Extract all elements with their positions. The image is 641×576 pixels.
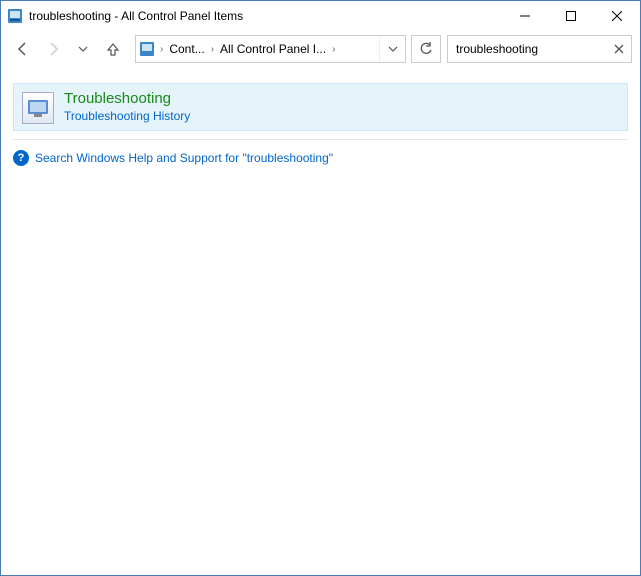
troubleshooting-icon	[22, 92, 54, 124]
help-search-row[interactable]: ? Search Windows Help and Support for "t…	[13, 150, 628, 166]
forward-button[interactable]	[39, 35, 67, 63]
window-title: troubleshooting - All Control Panel Item…	[29, 9, 502, 23]
search-input[interactable]	[456, 42, 611, 56]
close-button[interactable]	[594, 1, 640, 31]
content-area: Troubleshooting Troubleshooting History …	[1, 67, 640, 182]
breadcrumb-segment[interactable]: Cont...	[165, 36, 208, 62]
address-dropdown[interactable]	[379, 36, 405, 62]
chevron-right-icon[interactable]: ›	[330, 44, 337, 55]
breadcrumb-segment[interactable]: All Control Panel I...	[216, 36, 330, 62]
clear-search-icon[interactable]	[611, 44, 627, 54]
up-button[interactable]	[99, 35, 127, 63]
nav-toolbar: › Cont... › All Control Panel I... ›	[1, 31, 640, 67]
titlebar: troubleshooting - All Control Panel Item…	[1, 1, 640, 31]
minimize-button[interactable]	[502, 1, 548, 31]
address-bar[interactable]: › Cont... › All Control Panel I... ›	[135, 35, 406, 63]
help-icon: ?	[13, 150, 29, 166]
search-result-item[interactable]: Troubleshooting Troubleshooting History	[13, 83, 628, 131]
result-sublink[interactable]: Troubleshooting History	[64, 109, 190, 123]
recent-locations-dropdown[interactable]	[69, 35, 97, 63]
refresh-button[interactable]	[411, 35, 441, 63]
maximize-button[interactable]	[548, 1, 594, 31]
result-heading[interactable]: Troubleshooting	[64, 90, 190, 107]
control-panel-icon	[136, 36, 158, 62]
result-text-block: Troubleshooting Troubleshooting History	[64, 90, 190, 123]
divider	[13, 139, 628, 140]
search-box[interactable]	[447, 35, 632, 63]
control-panel-icon	[7, 8, 23, 24]
chevron-right-icon[interactable]: ›	[209, 44, 216, 55]
chevron-right-icon[interactable]: ›	[158, 44, 165, 55]
breadcrumb: › Cont... › All Control Panel I... ›	[158, 36, 379, 62]
window-buttons	[502, 1, 640, 31]
back-button[interactable]	[9, 35, 37, 63]
help-search-link[interactable]: Search Windows Help and Support for "tro…	[35, 151, 333, 165]
